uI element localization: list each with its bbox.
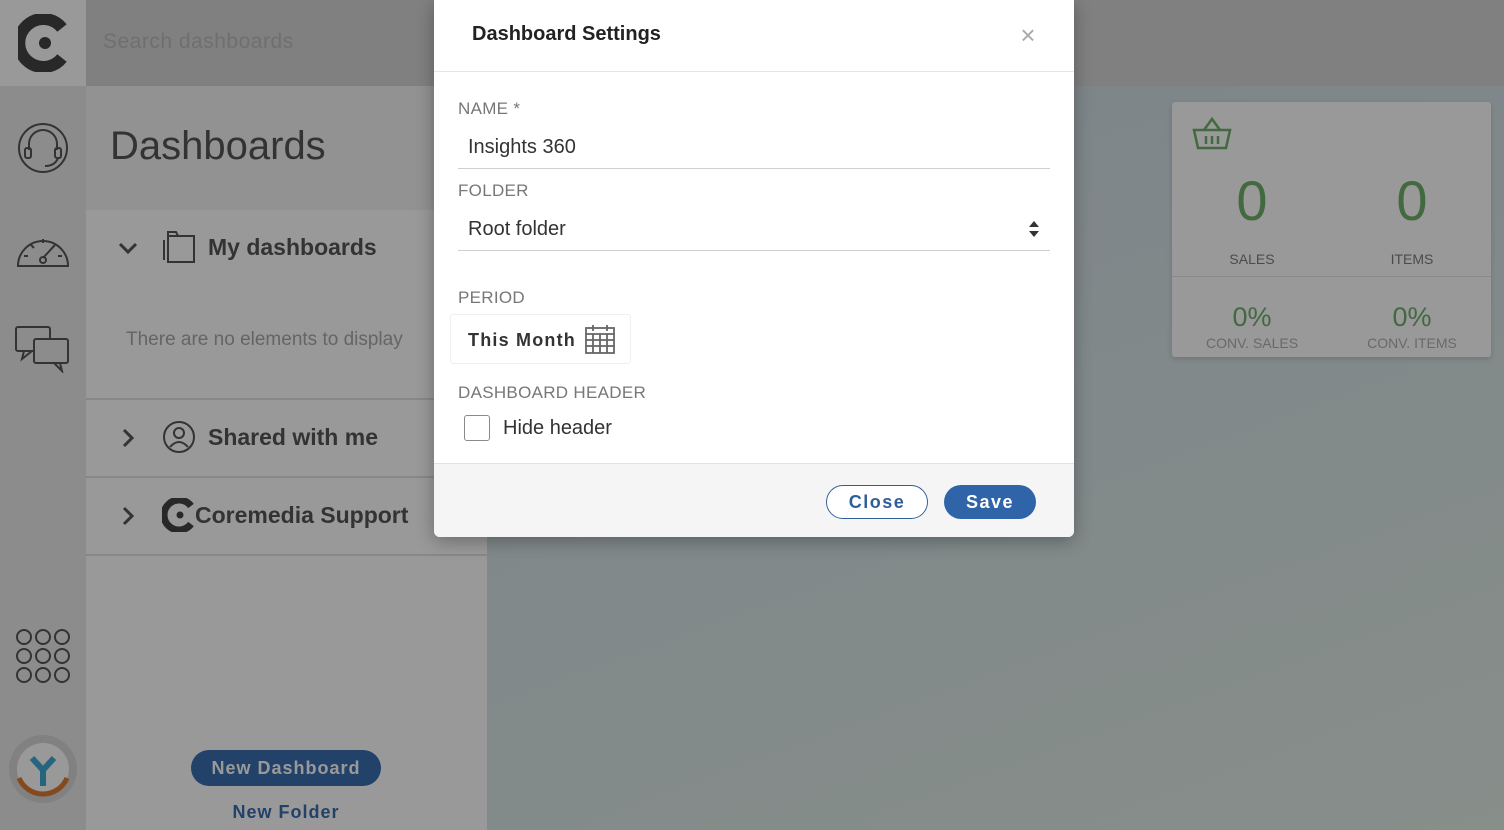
hide-header-checkbox[interactable]	[464, 415, 490, 441]
folder-label: FOLDER	[458, 181, 529, 200]
name-label: NAME *	[458, 99, 521, 118]
dashboard-settings-modal: Dashboard Settings × NAME * Insights 360…	[434, 0, 1074, 537]
calendar-icon	[585, 325, 615, 354]
name-field[interactable]: Insights 360	[458, 125, 1050, 169]
modal-header: Dashboard Settings ×	[434, 0, 1074, 72]
save-button[interactable]: Save	[944, 485, 1036, 519]
period-value: This Month	[468, 330, 576, 350]
hide-header-label[interactable]: Hide header	[503, 417, 612, 440]
modal-footer: Close Save	[434, 463, 1074, 537]
dashboard-header-label: DASHBOARD HEADER	[458, 383, 647, 402]
folder-select-value: Root folder	[468, 218, 566, 240]
period-label: PERIOD	[458, 288, 525, 307]
modal-title: Dashboard Settings	[472, 23, 661, 45]
select-arrows-icon	[1029, 221, 1039, 237]
folder-select[interactable]: Root folder	[458, 207, 1050, 251]
close-icon[interactable]: ×	[1016, 22, 1040, 48]
period-picker-button[interactable]: This Month	[450, 314, 631, 364]
close-button[interactable]: Close	[826, 485, 928, 519]
